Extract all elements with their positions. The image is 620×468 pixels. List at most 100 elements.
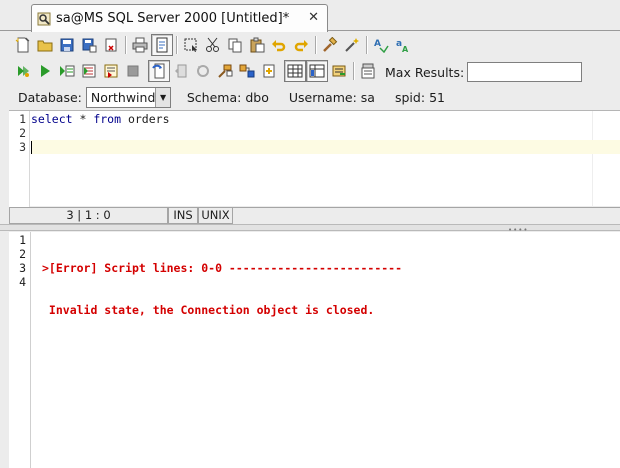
schema-label: Schema: [186, 89, 242, 105]
new-file-button[interactable] [12, 34, 34, 56]
commit-button[interactable] [170, 60, 192, 82]
rollback-button[interactable] [192, 60, 214, 82]
copy-icon [228, 38, 242, 53]
svg-text:A: A [402, 45, 409, 53]
sql-text: orders [121, 112, 170, 126]
select-all-button[interactable] [180, 34, 202, 56]
line-ending: UNIX [198, 208, 233, 224]
svg-text:A: A [374, 39, 381, 49]
scissors-icon [206, 37, 219, 52]
auto-commit-icon [152, 63, 165, 79]
database-select[interactable]: Northwind ▼ [85, 86, 171, 108]
message-output-pane[interactable]: 1 2 3 4 >[Error] Script lines: 0-0 -----… [9, 232, 620, 468]
execute-all-button[interactable] [12, 60, 34, 82]
line-number: 2 [19, 247, 26, 261]
new-file-icon [15, 37, 30, 53]
save-as-button[interactable] [78, 34, 100, 56]
open-file-button[interactable] [34, 34, 56, 56]
line-number: 1 [19, 112, 26, 126]
connection-info-bar: Database: Northwind ▼ Schema: dbo Userna… [18, 86, 465, 108]
execute-selection-icon [82, 64, 96, 78]
grid-icon [287, 64, 303, 78]
wand-icon [345, 38, 359, 52]
toolbar-separator [176, 36, 177, 54]
query-builder-button[interactable] [236, 60, 258, 82]
commit-icon [175, 64, 187, 78]
pane-splitter[interactable]: •••• [0, 224, 620, 234]
code-line[interactable]: select * from orders [31, 112, 620, 126]
execute-selection-button[interactable] [78, 60, 100, 82]
code-line[interactable] [31, 126, 620, 140]
stop-button[interactable] [122, 60, 144, 82]
execute-script-button[interactable] [100, 60, 122, 82]
format-upper-button[interactable]: A [370, 34, 392, 56]
save-button[interactable] [56, 34, 78, 56]
chevron-down-icon[interactable]: ▼ [155, 87, 170, 107]
line-number: 3 [19, 261, 26, 275]
close-tab-icon[interactable]: ✕ [308, 10, 319, 25]
stop-icon [127, 65, 139, 77]
spid-label: spid: [394, 89, 426, 105]
execute-all-icon [18, 66, 29, 77]
export-icon [332, 65, 346, 77]
toolbar-separator [366, 36, 367, 54]
editor-code[interactable]: select * from orders [31, 112, 620, 154]
toggle-results-button[interactable] [151, 34, 173, 56]
execute-button[interactable] [34, 60, 56, 82]
cut-button[interactable] [202, 34, 224, 56]
case-format-icon: A [374, 39, 389, 53]
play-icon [41, 65, 50, 77]
toolbar-row-2 [12, 58, 379, 84]
load-script-button[interactable] [258, 60, 280, 82]
execute-current-button[interactable] [56, 60, 78, 82]
save-icon [60, 38, 74, 52]
document-view-icon [156, 37, 168, 53]
cursor-position: 3 | 1 : 0 [9, 208, 168, 224]
schema-value: dbo [245, 89, 269, 105]
find-replace-button[interactable] [341, 34, 363, 56]
copy-button[interactable] [224, 34, 246, 56]
rollback-icon [197, 65, 209, 77]
open-folder-icon [37, 40, 53, 52]
line-number: 3 [19, 140, 26, 154]
current-code-line[interactable] [31, 140, 620, 154]
sql-editor[interactable]: 1 2 3 select * from orders [9, 110, 620, 207]
undo-button[interactable] [268, 34, 290, 56]
limit-results-button[interactable] [357, 60, 379, 82]
format-lower-button[interactable]: aA [392, 34, 414, 56]
grid-results-button[interactable] [284, 60, 306, 82]
paste-button[interactable] [246, 34, 268, 56]
undo-icon [272, 40, 286, 52]
max-results-group: Max Results: [385, 62, 583, 82]
print-button[interactable] [129, 34, 151, 56]
spid-value: 51 [429, 89, 445, 105]
database-query-icon [37, 12, 51, 25]
sql-keyword: from [93, 112, 122, 126]
line-number: 4 [19, 275, 26, 289]
editor-status-bar: 3 | 1 : 0 INS UNIX [9, 207, 620, 224]
error-message-line: >[Error] Script lines: 0-0 -------------… [42, 261, 403, 275]
redo-button[interactable] [290, 34, 312, 56]
toolbar-row-1: A aA [12, 33, 414, 57]
find-button[interactable] [319, 34, 341, 56]
save-as-icon [82, 38, 97, 53]
close-document-button[interactable] [100, 34, 122, 56]
query-tab[interactable]: sa@MS SQL Server 2000 [Untitled]* ✕ [31, 4, 328, 32]
printer-icon [132, 37, 148, 53]
database-select-value: Northwind [90, 89, 156, 105]
username-value: sa [360, 89, 375, 105]
execute-script-icon [104, 64, 118, 78]
editor-tab-bar: sa@MS SQL Server 2000 [Untitled]* ✕ [0, 0, 620, 32]
close-document-icon [105, 38, 117, 52]
export-results-button[interactable] [328, 60, 350, 82]
max-results-input[interactable] [467, 62, 583, 82]
select-area-icon [184, 38, 197, 52]
redo-icon [294, 40, 308, 52]
toolbar-separator [125, 36, 126, 54]
explain-plan-button[interactable] [214, 60, 236, 82]
load-script-icon [263, 64, 275, 78]
limit-results-icon [361, 63, 375, 79]
auto-commit-button[interactable] [148, 60, 170, 82]
text-results-button[interactable] [306, 60, 328, 82]
split-results-icon [309, 64, 325, 78]
